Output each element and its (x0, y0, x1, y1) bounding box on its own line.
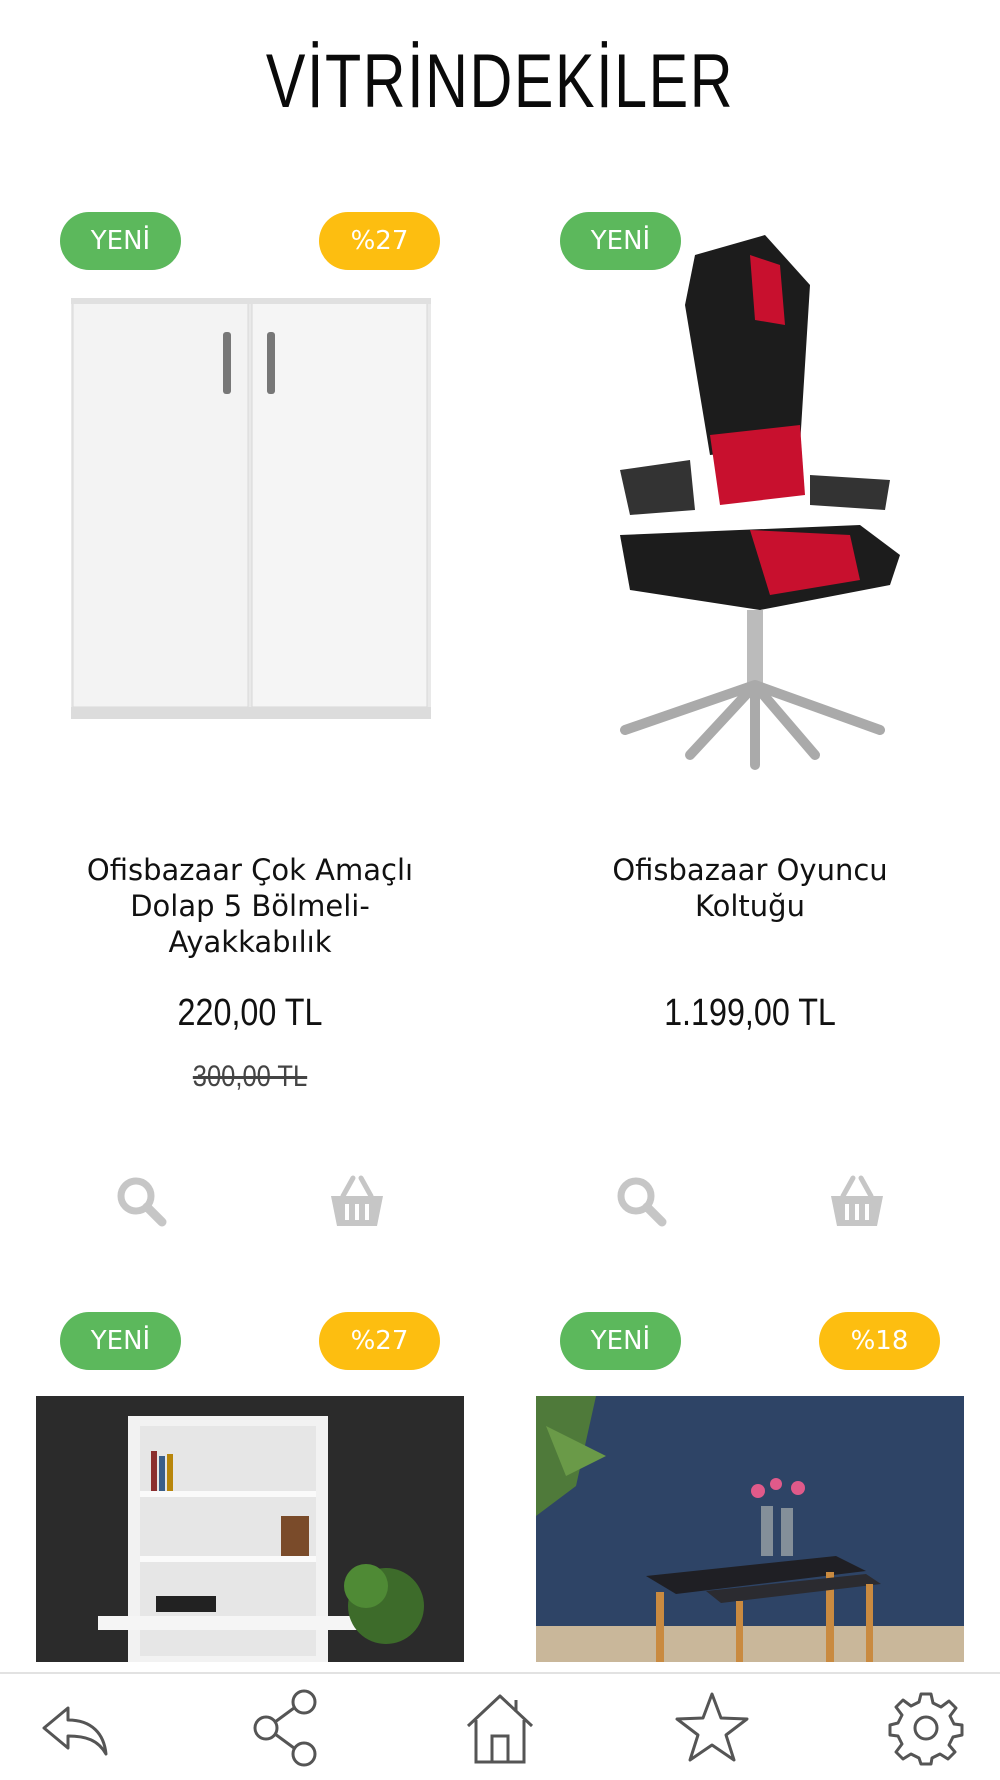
product-image[interactable] (36, 1396, 464, 1662)
product-image[interactable] (600, 235, 910, 785)
product-price: 220,00 TL (177, 992, 323, 1034)
product-image[interactable] (536, 1396, 964, 1662)
product-card[interactable]: YENİ %27 (0, 1100, 500, 1672)
settings-button[interactable] (886, 1688, 966, 1768)
product-name[interactable]: Ofisbazaar Oyuncu Koltuğu (570, 852, 930, 924)
home-icon (466, 1694, 534, 1764)
new-badge: YENİ (560, 1312, 681, 1370)
new-badge: YENİ (60, 1312, 181, 1370)
star-icon (675, 1692, 749, 1762)
discount-badge: %27 (319, 212, 440, 270)
product-old-price: 300,00 TL (192, 1060, 308, 1093)
discount-badge: %27 (319, 1312, 440, 1370)
discount-badge: %18 (819, 1312, 940, 1370)
back-icon (42, 1706, 108, 1756)
back-button[interactable] (34, 1688, 114, 1768)
home-button[interactable] (460, 1688, 540, 1768)
bottom-navigation (0, 1672, 1000, 1780)
product-price: 1.199,00 TL (664, 992, 836, 1034)
product-name[interactable]: Ofisbazaar Çok Amaçlı Dolap 5 Bölmeli-Ay… (70, 852, 430, 960)
share-icon (253, 1689, 317, 1767)
product-image[interactable] (65, 290, 435, 730)
new-badge: YENİ (60, 212, 181, 270)
product-card[interactable]: YENİ %18 (500, 1100, 1000, 1672)
share-button[interactable] (248, 1688, 328, 1768)
favorites-button[interactable] (672, 1688, 752, 1768)
gear-icon (888, 1692, 964, 1766)
